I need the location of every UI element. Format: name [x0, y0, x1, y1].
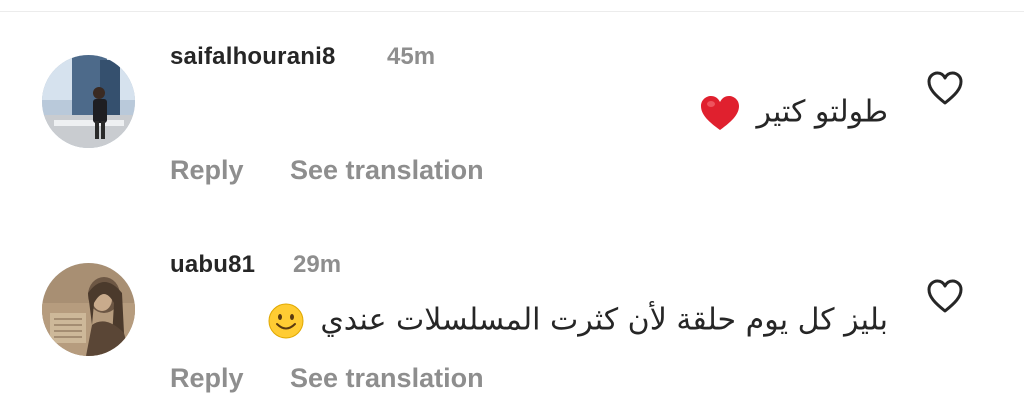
heart-outline-icon[interactable]	[925, 277, 965, 315]
reply-button[interactable]: Reply	[170, 363, 244, 394]
red-heart-icon	[699, 94, 741, 132]
smiling-face-icon	[267, 302, 305, 340]
see-translation-button[interactable]: See translation	[290, 155, 484, 186]
see-translation-button[interactable]: See translation	[290, 363, 484, 394]
avatar[interactable]	[42, 55, 135, 148]
comment-text-body: بليز كل يوم حلقة لأن كثرت المسلسلات عندي	[320, 302, 888, 338]
reply-button[interactable]: Reply	[170, 155, 244, 186]
comment-text: بليز كل يوم حلقة لأن كثرت المسلسلات عندي	[261, 302, 888, 340]
comment-text-body: طولتو كتير	[756, 94, 888, 130]
comment-item: uabu81 29m بليز كل يوم حلقة لأن كثرت الم…	[0, 208, 1024, 398]
heart-outline-icon[interactable]	[925, 69, 965, 107]
comment-timestamp: 29m	[293, 251, 342, 278]
comment-timestamp: 45m	[387, 43, 436, 70]
avatar[interactable]	[42, 263, 135, 356]
comment-username[interactable]: saifalhourani8	[170, 43, 336, 71]
comment-item: saifalhourani8 45m طولتو كتير Reply See …	[0, 0, 1024, 190]
comment-text: طولتو كتير	[693, 94, 888, 132]
comment-username[interactable]: uabu81	[170, 251, 255, 279]
